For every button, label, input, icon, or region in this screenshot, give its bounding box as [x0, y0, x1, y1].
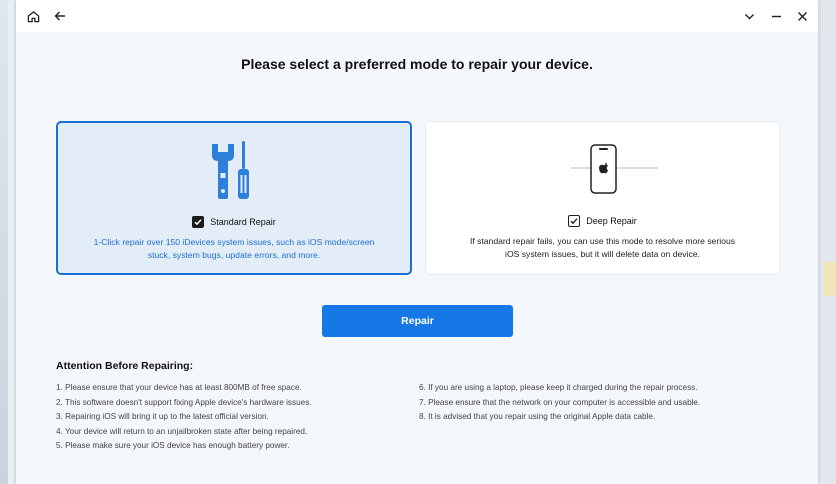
- deep-repair-checkbox[interactable]: [568, 215, 581, 227]
- attention-item-5: 5. Please make sure your iOS device has …: [56, 441, 290, 450]
- background-edge-right: [820, 0, 836, 484]
- attention-list-right: 6. If you are using a laptop, please kee…: [419, 381, 700, 425]
- back-arrow-icon[interactable]: [49, 6, 71, 26]
- standard-desc-line-2: stuck, system bugs, update errors, and m…: [147, 250, 321, 260]
- wrench-screwdriver-icon: [58, 139, 410, 201]
- home-icon[interactable]: [22, 6, 44, 26]
- chevron-down-icon[interactable]: [738, 6, 760, 26]
- background-stripe: [824, 262, 836, 296]
- deep-repair-option[interactable]: Deep Repair: [426, 215, 779, 227]
- attention-item-7: 7. Please ensure that the network on you…: [419, 397, 701, 407]
- attention-list-left: 1. Please ensure that your device has at…: [56, 381, 312, 454]
- minimize-icon[interactable]: [765, 6, 787, 26]
- deep-repair-label: Deep Repair: [586, 216, 637, 226]
- attention-item-1: 1. Please ensure that your device has at…: [56, 383, 302, 392]
- attention-item-8: 8. It is advised that you repair using t…: [419, 412, 656, 421]
- title-bar: [16, 0, 818, 32]
- attention-item-3: 3. Repairing iOS will bring it up to the…: [56, 412, 269, 421]
- repair-button[interactable]: Repair: [322, 305, 513, 337]
- attention-item-2: 2. This software doesn't support fixing …: [56, 397, 312, 407]
- standard-repair-description: 1-Click repair over 150 iDevices system …: [72, 236, 396, 262]
- deep-repair-card[interactable]: Deep Repair If standard repair fails, yo…: [425, 121, 780, 275]
- page-title: Please select a preferred mode to repair…: [241, 56, 593, 72]
- deep-desc-line-1: If standard repair fails, you can use th…: [469, 236, 736, 246]
- close-icon[interactable]: [791, 6, 813, 26]
- app-window: Please select a preferred mode to repair…: [16, 0, 818, 484]
- standard-repair-card[interactable]: Standard Repair 1-Click repair over 150 …: [56, 121, 412, 275]
- deep-desc-line-2: iOS system issues, but it will delete da…: [505, 249, 700, 259]
- standard-repair-option[interactable]: Standard Repair: [58, 216, 410, 228]
- standard-repair-label: Standard Repair: [210, 217, 276, 227]
- deep-repair-description: If standard repair fails, you can use th…: [440, 235, 765, 261]
- standard-repair-checkbox[interactable]: [192, 216, 205, 228]
- standard-desc-line-1: 1-Click repair over 150 iDevices system …: [93, 237, 375, 247]
- attention-item-4: 4. Your device will return to an unjailb…: [56, 426, 308, 436]
- attention-item-6: 6. If you are using a laptop, please kee…: [419, 383, 698, 392]
- attention-title: Attention Before Repairing:: [56, 360, 194, 372]
- iphone-icon: [426, 138, 779, 200]
- background-edge-left: [0, 0, 8, 484]
